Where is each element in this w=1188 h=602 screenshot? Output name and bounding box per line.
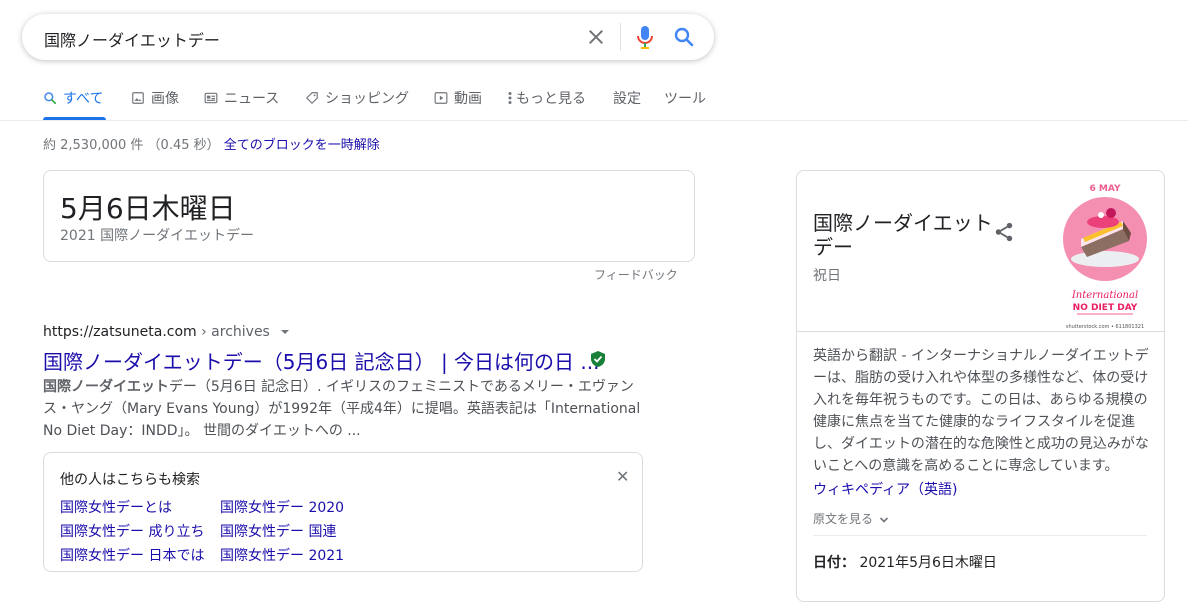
microphone-icon[interactable] [634,24,656,50]
tab-label: もっと見る [516,91,586,107]
search-input[interactable]: 国際ノーダイエットデー [44,27,220,51]
image-credit-text: shutterstock.com • 611801321 [1066,324,1144,330]
tab-label: ツール [664,91,706,107]
tab-label: 設定 [613,91,641,107]
date-label: 日付： [813,555,855,571]
play-icon [434,92,448,104]
caret-down-icon[interactable] [280,327,290,337]
tab-label: ニュース [224,91,280,107]
tab-settings[interactable]: 設定 [613,88,641,108]
tab-label: ショッピング [325,91,409,107]
knowledge-panel-title: 国際ノーダイエットデー [813,211,993,259]
wikipedia-link[interactable]: ウィキペディア（英語) [813,479,957,499]
date-value: 2021年5月6日木曜日 [859,555,997,571]
panel-divider [797,331,1164,332]
image-icon [132,92,144,104]
tab-videos[interactable]: 動画 [434,88,482,108]
search-icon[interactable] [672,25,696,49]
image-line1-text: International [1071,290,1138,301]
result-breadcrumb: › archives [196,324,270,340]
search-box[interactable]: 国際ノーダイエットデー [22,14,714,60]
tab-all[interactable]: すべて [43,88,103,108]
result-site: https://zatsuneta.com [43,324,197,340]
tab-more[interactable]: もっと見る [507,88,586,108]
related-search-link[interactable]: 国際女性デー 2021 [220,545,344,565]
date-fact: 日付： 2021年5月6日木曜日 [813,552,997,572]
result-title-link[interactable]: 国際ノーダイエットデー（5月6日 記念日） | 今日は何の日 ... [43,346,600,375]
tag-icon [306,92,318,104]
tab-news[interactable]: ニュース [204,88,279,108]
search-icon [44,92,57,105]
tab-label: 画像 [151,91,179,107]
people-also-search-box: 他の人はこちらも検索 ✕ 国際女性デーとは 国際女性デー 2020 国際女性デー… [43,452,643,572]
tab-label: 動画 [454,91,482,107]
related-search-link[interactable]: 国際女性デー 成り立ち [60,521,204,541]
answer-date: 5月6日木曜日 [60,192,236,225]
no-diet-day-image[interactable]: 6 MAY International NO DIET DAY shutters… [1055,177,1155,331]
close-icon[interactable] [584,25,608,49]
verified-shield-icon [591,351,605,367]
related-search-link[interactable]: 国際女性デー 2020 [220,497,344,517]
tab-shopping[interactable]: ショッピング [305,88,409,108]
feedback-link[interactable]: フィードバック [594,266,678,283]
snippet-highlight: 国際ノーダイエット [43,379,169,395]
result-stats: 約 2,530,000 件 （0.45 秒） 全てのブロックを一時解除 [43,134,380,153]
unblock-all-link[interactable]: 全てのブロックを一時解除 [224,138,380,153]
tab-tools[interactable]: ツール [664,88,706,108]
result-url[interactable]: https://zatsuneta.com › archives [43,324,290,340]
result-snippet: 国際ノーダイエットデー（5月6日 記念日）. イギリスのフェミニストであるメリー… [43,376,643,442]
people-also-search-title: 他の人はこちらも検索 [60,472,200,488]
related-search-link[interactable]: 国際女性デー 国連 [220,521,336,541]
see-original-button[interactable]: 原文を見る [813,510,889,527]
cake-illustration: 6 MAY International NO DIET DAY shutters… [1055,177,1155,331]
tab-images[interactable]: 画像 [131,88,179,108]
answer-card: 5月6日木曜日 2021 国際ノーダイエットデー [43,170,695,262]
result-count: 約 2,530,000 件 （0.45 秒） [43,138,220,153]
answer-subtitle: 2021 国際ノーダイエットデー [60,228,254,244]
image-line2-text: NO DIET DAY [1073,303,1138,313]
news-icon [204,92,218,104]
knowledge-panel-description: 英語から翻訳 - インターナショナルノーダイエットデーは、脂肪の受け入れや体型の… [813,348,1149,474]
tab-label: すべて [63,91,104,107]
close-icon[interactable]: ✕ [616,467,629,486]
related-search-link[interactable]: 国際女性デーとは [60,497,172,517]
share-icon[interactable] [993,221,1015,243]
related-search-link[interactable]: 国際女性デー 日本では [60,545,204,565]
more-vert-icon [508,92,512,104]
image-date-text: 6 MAY [1090,184,1121,194]
knowledge-panel: 国際ノーダイエットデー 祝日 6 MAY International NO DI… [796,170,1165,602]
see-original-label: 原文を見る [813,512,874,526]
divider [620,23,621,51]
knowledge-panel-type: 祝日 [813,268,841,284]
chevron-down-icon [879,516,888,523]
tabs-divider [0,120,1188,121]
panel-divider [813,535,1147,536]
